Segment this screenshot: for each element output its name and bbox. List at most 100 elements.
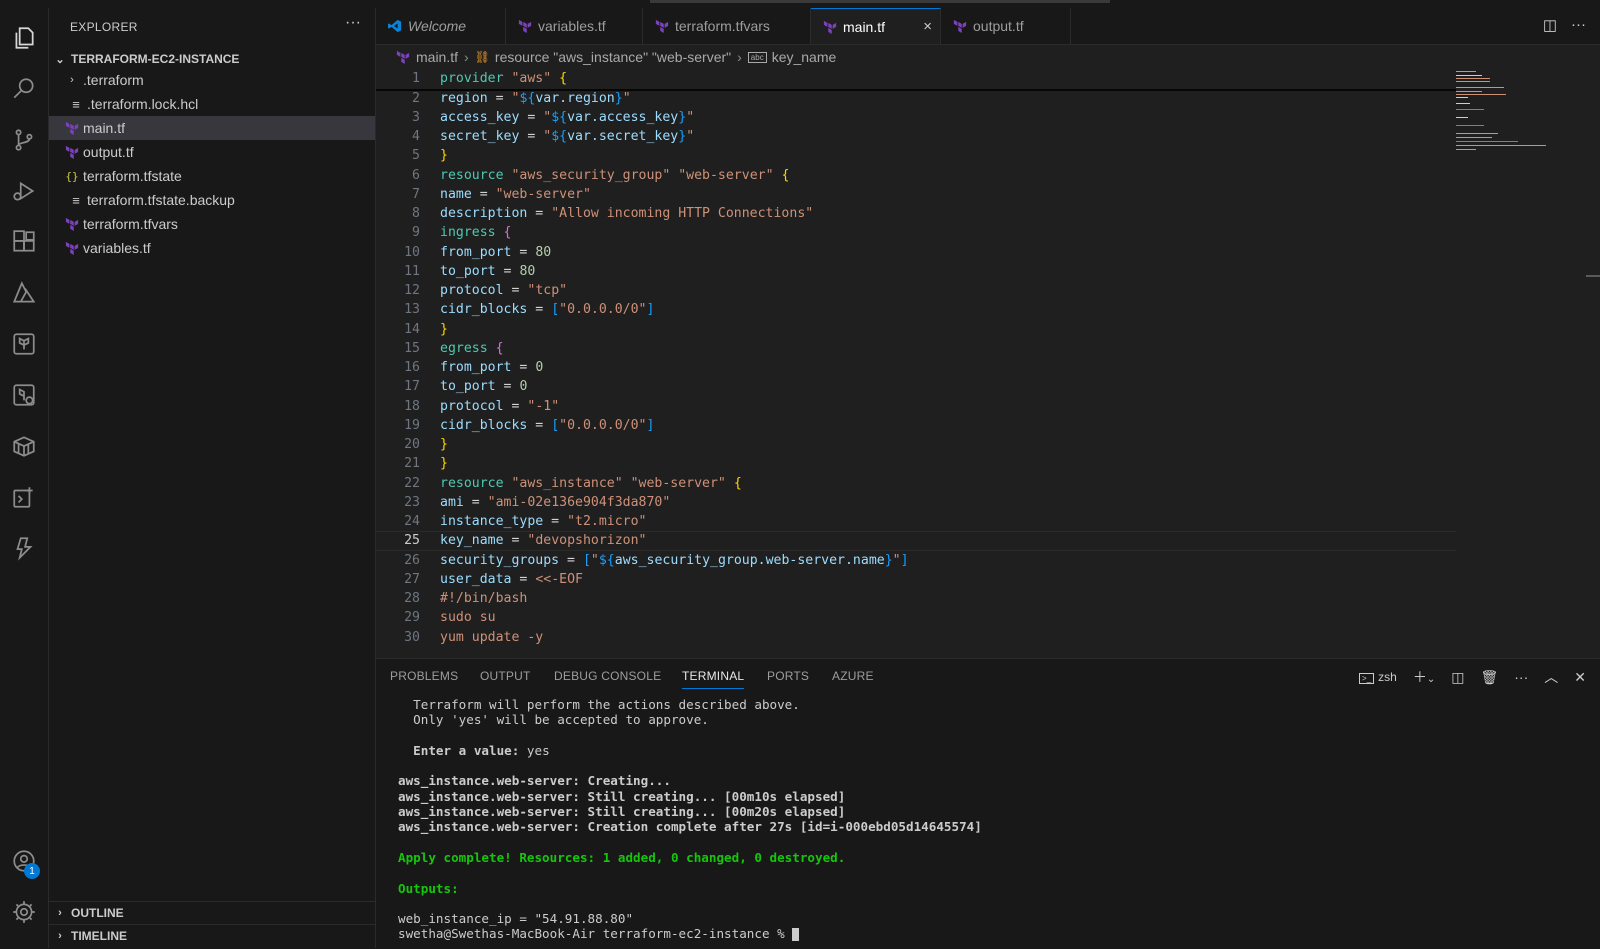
code-line[interactable]: 4 secret_key = "${var.secret_key}" [376,127,1456,147]
code-line[interactable]: 22 resource "aws_instance" "web-server" { [376,473,1456,493]
code-line[interactable]: 7 name = "web-server" [376,185,1456,205]
close-panel-icon[interactable]: ✕ [1574,669,1586,686]
code-line[interactable]: 6 resource "aws_security_group" "web-serv… [376,165,1456,185]
code-line[interactable]: 12 protocol = "tcp" [376,281,1456,301]
code-line[interactable]: 29 sudo su [376,608,1456,628]
line-number: 2 [412,90,420,106]
tree-item-tfstate[interactable]: {} terraform.tfstate [49,164,375,188]
line-number: 7 [412,186,420,202]
split-terminal-icon[interactable]: ◫ [1451,669,1464,686]
terminal-line: swetha@Swethas-MacBook-Air terraform-ec2… [398,926,1578,942]
breadcrumb: main.tf › ⛓ resource "aws_instance" "web… [376,45,1600,69]
outline-section[interactable]: › OUTLINE [49,901,375,924]
source-control-icon[interactable] [0,116,48,164]
line-number: 6 [412,167,420,183]
code-line[interactable]: 9 ingress { [376,223,1456,243]
code-line[interactable]: 21} [376,454,1456,474]
new-terminal-icon[interactable]: ＋⌄ [1413,667,1435,687]
tab-terminal[interactable]: TERMINAL [682,669,745,689]
more-actions-icon[interactable]: ··· [1571,16,1586,34]
split-editor-icon[interactable]: ◫ [1543,16,1557,34]
trash-icon[interactable]: 🗑 [1480,669,1498,686]
tab-output-tf[interactable]: output.tf [941,8,1071,44]
code-line[interactable]: 17 to_port = 0 [376,377,1456,397]
explorer-icon[interactable] [0,14,48,62]
editor-scrollbar[interactable] [1586,275,1600,277]
code-line[interactable]: 1 provider "aws" { [376,69,1456,89]
code-line[interactable]: 8 description = "Allow incoming HTTP Conn… [376,204,1456,224]
code-line[interactable]: 13 cidr_blocks = ["0.0.0.0/0"] [376,300,1456,320]
extensions-icon[interactable] [0,218,48,266]
code-line[interactable]: 24 instance_type = "t2.micro" [376,512,1456,532]
code-line[interactable]: 10 from_port = 80 [376,242,1456,262]
tab-ports[interactable]: PORTS [767,669,809,683]
more-actions-icon[interactable]: ··· [345,14,361,32]
minimap[interactable] [1456,69,1566,169]
tab-variables-tf[interactable]: variables.tf [506,8,643,44]
tab-debug-console[interactable]: DEBUG CONSOLE [554,669,661,683]
account-icon[interactable]: 1 [0,837,48,885]
code-line[interactable]: 18 protocol = "-1" [376,396,1456,416]
close-icon[interactable]: × [923,18,932,35]
breadcrumb-symbol[interactable]: resource "aws_instance" "web-server" [495,49,731,65]
tab-azure[interactable]: AZURE [832,669,874,683]
tree-item-main-tf[interactable]: main.tf [49,116,375,140]
workspace-folder[interactable]: ⌄ TERRAFORM-EC2-INSTANCE [49,48,375,70]
code-line[interactable]: 14} [376,319,1456,339]
breadcrumb-file[interactable]: main.tf [416,49,458,65]
tab-problems[interactable]: PROBLEMS [390,669,458,683]
code-line[interactable]: 23 ami = "ami-02e136e904f3da870" [376,493,1456,513]
code-line[interactable]: 11 to_port = 80 [376,262,1456,282]
tree-item-output-tf[interactable]: output.tf [49,140,375,164]
terraform-icon [61,217,83,231]
editor-actions: ◫ ··· [1543,16,1586,34]
maximize-panel-icon[interactable]: ︿ [1544,667,1558,687]
tree-item-tfvars[interactable]: terraform.tfvars [49,212,375,236]
terminal-output[interactable]: Terraform will perform the actions descr… [398,697,1578,942]
tab-output[interactable]: OUTPUT [480,669,531,683]
code-editor[interactable]: 1 provider "aws" {2 region = "${var.region… [376,69,1600,658]
remote-explorer-icon[interactable] [0,473,48,521]
line-number: 26 [404,552,420,568]
tab-tfvars[interactable]: terraform.tfvars [643,8,811,44]
code-line[interactable]: 26 security_groups = ["${aws_security_gro… [376,550,1456,570]
code-line[interactable]: 3 access_key = "${var.access_key}" [376,108,1456,128]
tree-item-lock-file[interactable]: ≡ .terraform.lock.hcl [49,92,375,116]
tree-item-variables-tf[interactable]: variables.tf [49,236,375,260]
chevron-right-icon: › [464,49,469,65]
azure-icon[interactable] [0,269,48,317]
line-number: 11 [404,263,420,279]
code-line[interactable]: 19 cidr_blocks = ["0.0.0.0/0"] [376,416,1456,436]
code-line[interactable]: 16 from_port = 0 [376,358,1456,378]
terraform-icon [823,20,837,34]
line-number: 25 [404,533,420,549]
code-line[interactable]: 15 egress { [376,339,1456,359]
containers-icon[interactable] [0,422,48,470]
code-line[interactable]: 2 region = "${var.region}" [376,88,1456,108]
line-number: 24 [404,514,420,530]
tree-item-tfstate-backup[interactable]: ≡ terraform.tfstate.backup [49,188,375,212]
accounts-extension-icon[interactable] [0,524,48,572]
terraform-cloud-icon[interactable] [0,371,48,419]
minimap-line [1456,97,1468,98]
vscode-icon [388,19,402,33]
tree-item-terraform-dir[interactable]: › .terraform [49,68,375,92]
code-line[interactable]: 28 #!/bin/bash [376,589,1456,609]
code-line[interactable]: 30 yum update -y [376,627,1456,647]
search-icon[interactable] [0,65,48,113]
terminal-shell-selector[interactable]: >_ zsh [1359,670,1397,684]
tab-main-tf[interactable]: main.tf × [811,8,941,44]
terraform-icon [61,241,83,255]
tab-welcome[interactable]: Welcome [376,8,506,44]
terraform-extension-icon[interactable] [0,320,48,368]
breadcrumb-field[interactable]: key_name [772,49,837,65]
code-line[interactable]: 5} [376,146,1456,166]
timeline-section[interactable]: › TIMELINE [49,924,375,947]
code-line[interactable]: 25 key_name = "devopshorizon" [376,531,1456,551]
tab-label: variables.tf [538,18,606,34]
code-line[interactable]: 27 user_data = <<-EOF [376,570,1456,590]
code-line[interactable]: 20} [376,435,1456,455]
gear-icon[interactable] [0,888,48,936]
run-debug-icon[interactable] [0,167,48,215]
more-actions-icon[interactable]: ··· [1514,669,1528,685]
